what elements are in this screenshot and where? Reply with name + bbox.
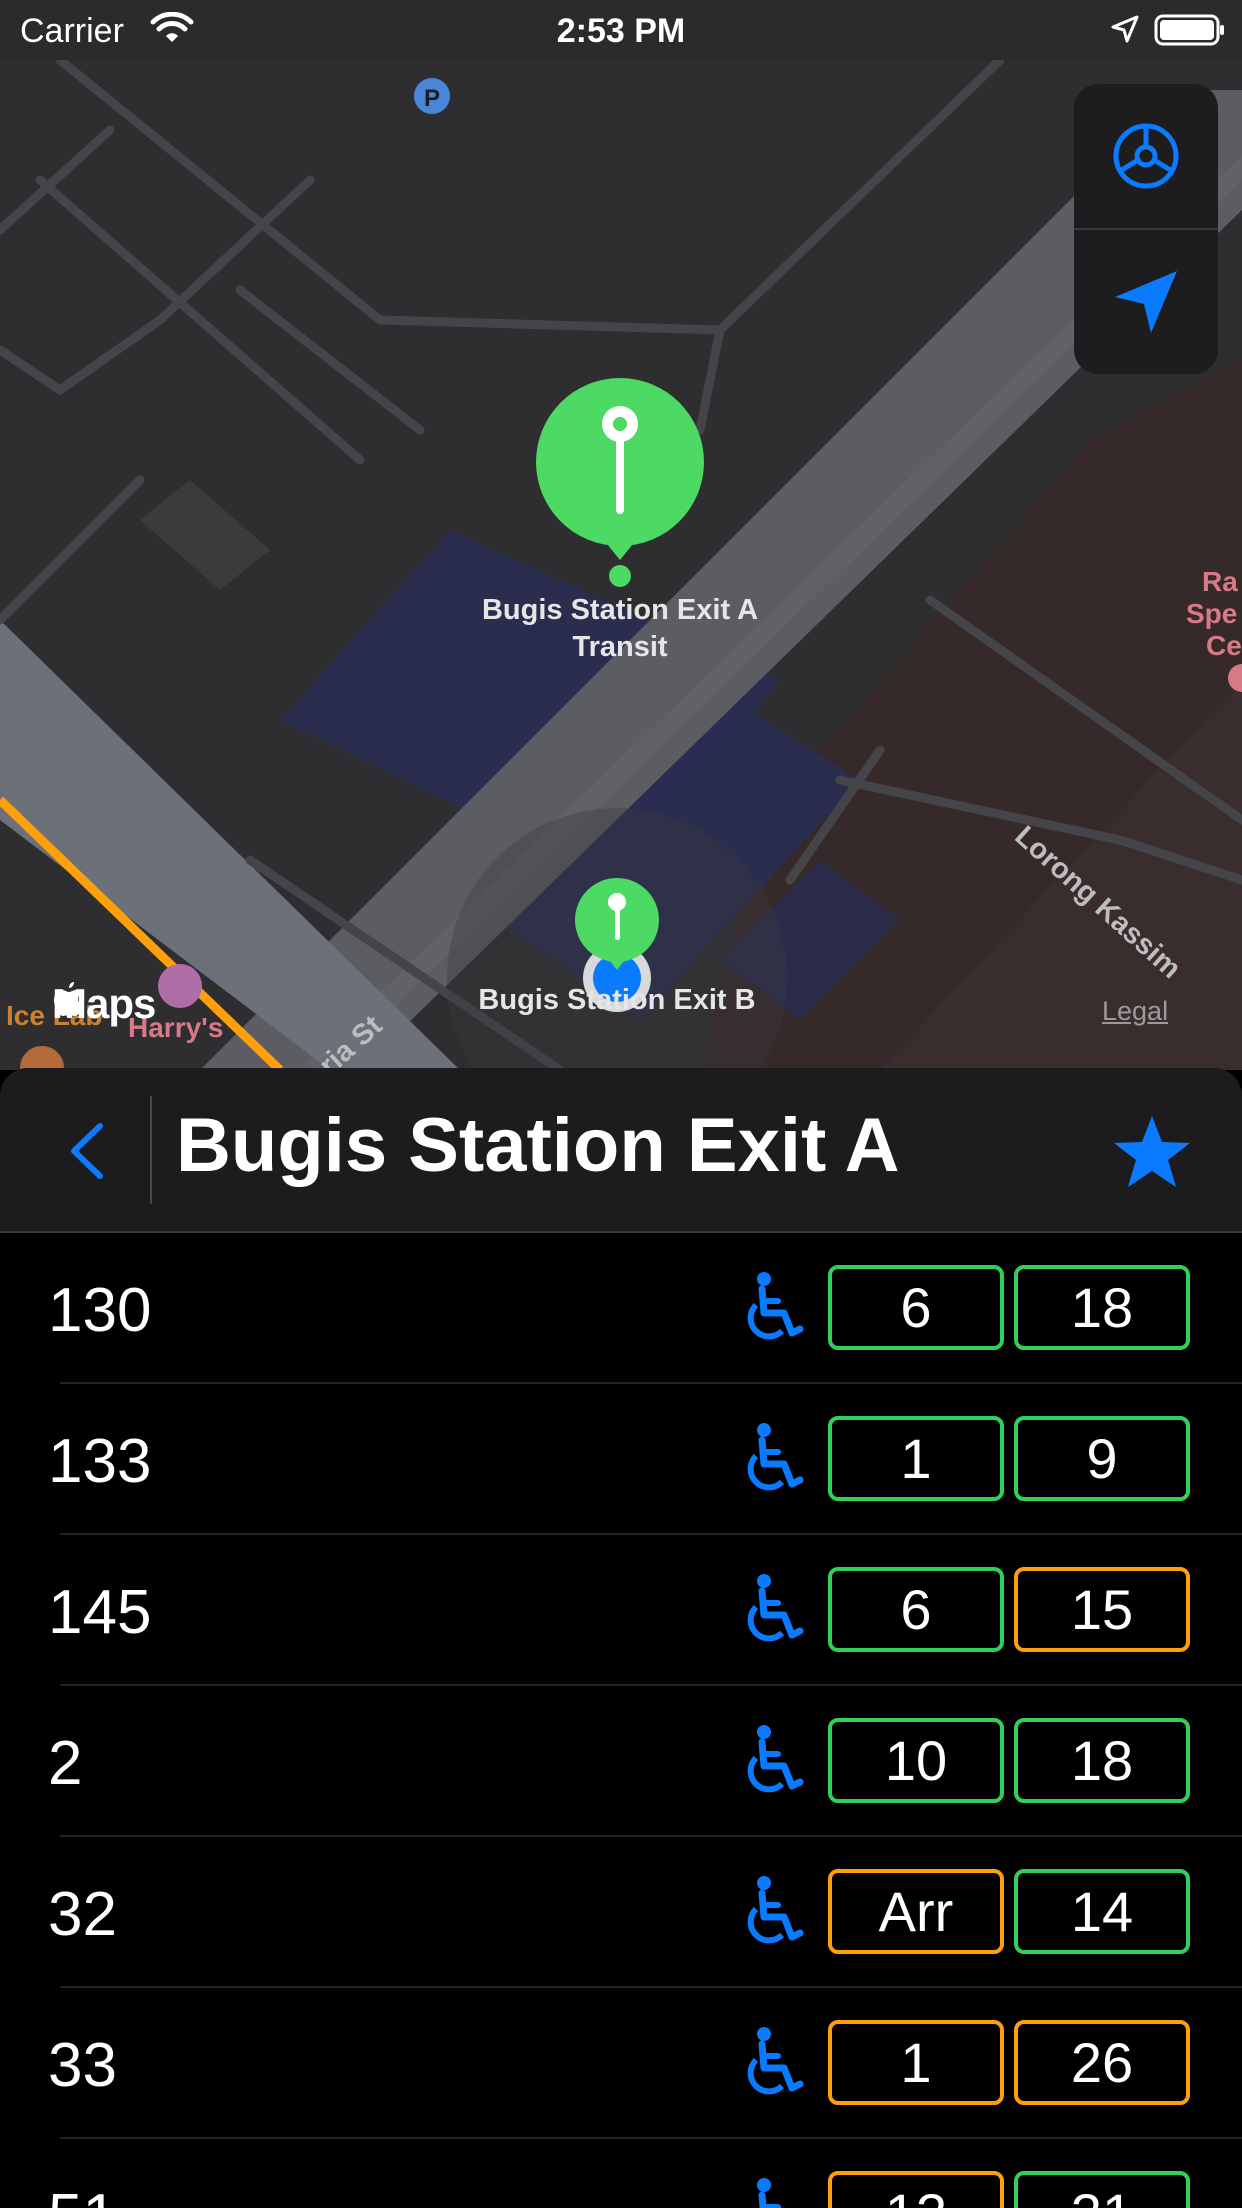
back-button[interactable] [56, 1116, 126, 1186]
location-services-icon [1111, 15, 1139, 43]
bus-service-row[interactable]: 2 10 18 [0, 1686, 1242, 1837]
pin-a-label[interactable]: Bugis Station Exit A Transit [420, 594, 820, 664]
wheelchair-icon [747, 2027, 804, 2095]
poi-label-partial-3: Ce [1206, 630, 1242, 661]
eta-next: 10 [828, 1718, 1004, 1803]
clock: 2:53 PM [556, 12, 686, 50]
eta-following: 9 [1014, 1416, 1190, 1501]
parking-label: P [424, 85, 440, 112]
wheelchair-icon [747, 1574, 804, 1642]
eta-following: 18 [1014, 1265, 1190, 1350]
bus-service-row[interactable]: 33 1 26 [0, 1988, 1242, 2139]
star-icon [1114, 1116, 1190, 1187]
wheelchair-icon [747, 1876, 804, 1944]
map-controls [1074, 84, 1218, 374]
service-number: 133 [48, 1427, 152, 1496]
sheet-header: Bugis Station Exit A [0, 1068, 1242, 1233]
eta-following: 18 [1014, 1718, 1190, 1803]
bus-service-row[interactable]: 130 6 18 [0, 1233, 1242, 1384]
gear-icon [1113, 123, 1179, 189]
eta-next: 1 [828, 2020, 1004, 2105]
wheelchair-icon [747, 1272, 804, 1340]
eta-following: 14 [1014, 1869, 1190, 1954]
locate-me-button[interactable] [1074, 230, 1218, 374]
bus-service-row[interactable]: 32 Arr 14 [0, 1837, 1242, 1988]
poi-label-partial-2: Spe [1186, 598, 1238, 629]
chevron-left-icon [71, 1123, 103, 1179]
location-arrow-icon [1115, 271, 1177, 333]
page-title: Bugis Station Exit A [176, 1103, 900, 1188]
eta-next: 1 [828, 1416, 1004, 1501]
map-canvas: P [0, 60, 1242, 1070]
wheelchair-icon [747, 1725, 804, 1793]
status-bar: Carrier 2:53 PM [0, 0, 1242, 60]
settings-button[interactable] [1074, 84, 1218, 228]
service-number: 145 [48, 1578, 152, 1647]
header-divider [150, 1096, 152, 1204]
service-number: 32 [48, 1880, 117, 1949]
map-view[interactable]: P Bugis Station Exit A Transit Bugis Sta… [0, 60, 1242, 1070]
service-number: 51 [48, 2181, 117, 2208]
pin-b-label[interactable]: Bugis Station Exit B [417, 984, 817, 1017]
stop-detail-sheet: Bugis Station Exit A 130 6 18 133 1 9 14… [0, 1068, 1242, 2208]
eta-following: 26 [1014, 2020, 1190, 2105]
bus-service-row[interactable]: 51 13 31 [0, 2139, 1242, 2208]
favorite-button[interactable] [1112, 1112, 1192, 1197]
service-number: 2 [48, 1729, 83, 1798]
eta-following: 15 [1014, 1567, 1190, 1652]
apple-logo-icon [54, 982, 83, 1016]
eta-following: 31 [1014, 2171, 1190, 2208]
legal-link[interactable]: Legal [1102, 996, 1168, 1027]
pin-a-category: Transit [572, 631, 668, 663]
battery-icon [1154, 14, 1224, 46]
wheelchair-icon [757, 2178, 781, 2208]
eta-next: 6 [828, 1567, 1004, 1652]
bus-service-row[interactable]: 133 1 9 [0, 1384, 1242, 1535]
wheelchair-icon [747, 1423, 804, 1491]
eta-next: 13 [828, 2171, 1004, 2208]
pin-a-name: Bugis Station Exit A [481, 594, 759, 626]
service-number: 33 [48, 2031, 117, 2100]
eta-next: 6 [828, 1265, 1004, 1350]
bus-service-row[interactable]: 145 6 15 [0, 1535, 1242, 1686]
poi-label-partial-1: Ra [1202, 566, 1238, 597]
eta-next: Arr [828, 1869, 1004, 1954]
service-number: 130 [48, 1276, 152, 1345]
apple-maps-logo: Maps [52, 980, 156, 1028]
